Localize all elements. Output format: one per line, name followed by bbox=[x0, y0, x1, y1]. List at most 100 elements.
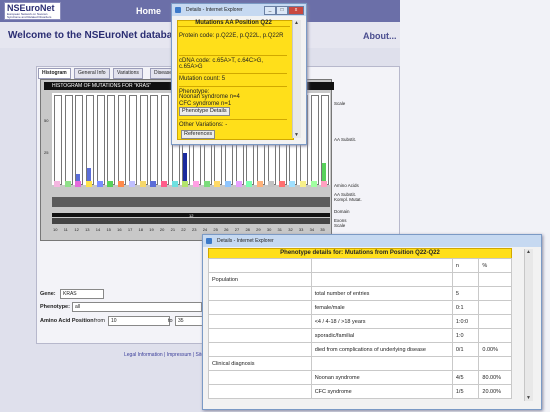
amino-acid-box[interactable] bbox=[96, 181, 103, 187]
scrollbar[interactable]: ▲ ▼ bbox=[292, 20, 301, 138]
histogram-bar[interactable] bbox=[139, 95, 148, 185]
row-n: 1/5 bbox=[451, 384, 480, 399]
amino-acid-box[interactable] bbox=[75, 181, 82, 187]
amino-acid-box[interactable] bbox=[203, 181, 210, 187]
table-row: Noonan syndrome 4/5 80.00% bbox=[208, 370, 512, 385]
row-label: CFC syndrome bbox=[310, 384, 453, 399]
nav-home-link[interactable]: Home bbox=[136, 6, 161, 16]
row-pct bbox=[478, 286, 512, 301]
scroll-down-icon[interactable]: ▼ bbox=[526, 395, 531, 401]
legend-aa-kompl: AA Substit. Kompl. Mutat. bbox=[334, 192, 362, 202]
amino-acid-box[interactable] bbox=[246, 181, 253, 187]
tab-variations[interactable]: Variations bbox=[113, 68, 143, 79]
window-title: Details - Internet Explorer bbox=[186, 7, 243, 13]
amino-acid-box[interactable] bbox=[225, 181, 232, 187]
histogram-bar[interactable] bbox=[160, 95, 169, 185]
amino-acid-box[interactable] bbox=[310, 181, 317, 187]
from-input[interactable]: 10 bbox=[108, 316, 170, 326]
gene-label: Gene: bbox=[40, 291, 56, 297]
maximize-icon[interactable]: □ bbox=[276, 6, 288, 15]
amino-acid-box[interactable] bbox=[193, 181, 199, 187]
amino-acid-box[interactable] bbox=[54, 181, 60, 187]
protein-code: Protein code: p.Q22E, p.Q22L, p.Q22R bbox=[179, 33, 284, 39]
scroll-down-icon[interactable]: ▼ bbox=[294, 132, 299, 138]
histogram-bar[interactable] bbox=[75, 95, 84, 185]
row-pct bbox=[478, 356, 512, 371]
minimize-icon[interactable]: _ bbox=[264, 6, 276, 15]
to-input[interactable]: 35 bbox=[175, 316, 205, 326]
scroll-up-icon[interactable]: ▲ bbox=[294, 20, 299, 26]
row-n bbox=[451, 272, 480, 287]
amino-acid-box[interactable] bbox=[289, 181, 296, 187]
x-tick-label: 16 bbox=[117, 227, 122, 232]
histogram-bar[interactable] bbox=[310, 95, 319, 185]
x-tick-label: 20 bbox=[159, 227, 165, 232]
x-tick-label: 14 bbox=[95, 227, 101, 232]
amino-acid-box[interactable] bbox=[150, 181, 157, 187]
amino-acid-box[interactable] bbox=[278, 181, 285, 187]
window-title: Details - Internet Explorer bbox=[217, 238, 274, 244]
phenotype-details-button[interactable]: Phenotype Details bbox=[179, 107, 230, 116]
phenotype-label: Phenotype: bbox=[40, 304, 70, 310]
x-tick-label: 19 bbox=[149, 227, 154, 232]
amino-acid-box[interactable] bbox=[214, 181, 221, 187]
site-logo[interactable]: NSEuroNet European Network on Noonan Syn… bbox=[4, 2, 61, 20]
row-section bbox=[208, 286, 312, 301]
histogram-bar[interactable] bbox=[96, 95, 105, 185]
amino-acid-box[interactable] bbox=[171, 181, 178, 187]
table-body: Population total number of entries 5 female… bbox=[208, 272, 512, 399]
amino-acid-box[interactable] bbox=[128, 181, 135, 187]
histogram-bar[interactable] bbox=[54, 95, 62, 185]
x-tick-label: 31 bbox=[277, 227, 282, 232]
histogram-bar[interactable] bbox=[64, 95, 73, 185]
x-tick-label: 27 bbox=[234, 227, 240, 232]
amino-acid-box[interactable] bbox=[321, 181, 328, 187]
amino-acid-box[interactable] bbox=[182, 181, 189, 187]
from-label: from bbox=[94, 318, 105, 324]
table-row: total number of entries 5 bbox=[208, 286, 512, 301]
table-row: sporadic/familial 1:0 bbox=[208, 328, 512, 343]
x-tick-label: 28 bbox=[245, 227, 250, 232]
row-label: died from complications of underlying di… bbox=[310, 342, 453, 357]
table-row: <4 / 4-18 / >18 years 1:0:0 bbox=[208, 314, 512, 329]
x-tick-label: 25 bbox=[213, 227, 218, 232]
close-icon[interactable]: x bbox=[288, 6, 304, 15]
amino-acid-box[interactable] bbox=[118, 181, 125, 187]
row-section bbox=[208, 314, 312, 329]
histogram-bar[interactable] bbox=[107, 95, 116, 185]
tab-histogram[interactable]: Histogram bbox=[38, 68, 71, 79]
tab-general-info[interactable]: General Info bbox=[74, 68, 110, 79]
row-n: 0:1 bbox=[451, 300, 480, 315]
amino-acid-box[interactable] bbox=[86, 181, 93, 187]
row-pct bbox=[478, 314, 512, 329]
references-button[interactable]: References bbox=[181, 130, 216, 139]
y-axis-label-top: 50 bbox=[44, 118, 49, 123]
amino-acid-box[interactable] bbox=[64, 181, 71, 187]
legend-scale: Scale bbox=[334, 101, 346, 106]
x-tick-label: 29 bbox=[256, 227, 261, 232]
amino-acid-box[interactable] bbox=[267, 181, 274, 187]
histogram-bar[interactable] bbox=[128, 95, 137, 185]
amino-acid-box[interactable] bbox=[257, 181, 264, 187]
about-link[interactable]: About... bbox=[363, 31, 397, 41]
gene-select[interactable]: KRAS bbox=[60, 289, 104, 299]
phenotype-select[interactable]: all bbox=[72, 302, 202, 312]
histogram-bar[interactable] bbox=[150, 95, 159, 185]
x-tick-label: 21 bbox=[170, 227, 176, 232]
col-pct: % bbox=[478, 258, 512, 273]
amino-acid-box[interactable] bbox=[299, 181, 306, 187]
scrollbar[interactable]: ▲ ▼ bbox=[524, 249, 533, 401]
col-n: n bbox=[451, 258, 480, 273]
amino-acid-box[interactable] bbox=[160, 181, 167, 187]
row-label: <4 / 4-18 / >18 years bbox=[310, 314, 453, 329]
footer-links[interactable]: Legal Information | Impressum | Sitem bbox=[124, 352, 208, 358]
amino-acid-box[interactable] bbox=[139, 181, 146, 187]
histogram-bar[interactable] bbox=[118, 95, 127, 185]
amino-acid-box[interactable] bbox=[107, 181, 114, 187]
row-section bbox=[208, 370, 312, 385]
scroll-up-icon[interactable]: ▲ bbox=[526, 249, 531, 255]
window-titlebar[interactable]: Details - Internet Explorer bbox=[203, 235, 541, 247]
amino-acid-box[interactable] bbox=[235, 181, 242, 187]
legend-aa-substit: AA Substit. bbox=[334, 137, 357, 142]
window-titlebar[interactable]: Details - Internet Explorer _ □ x bbox=[172, 4, 306, 16]
